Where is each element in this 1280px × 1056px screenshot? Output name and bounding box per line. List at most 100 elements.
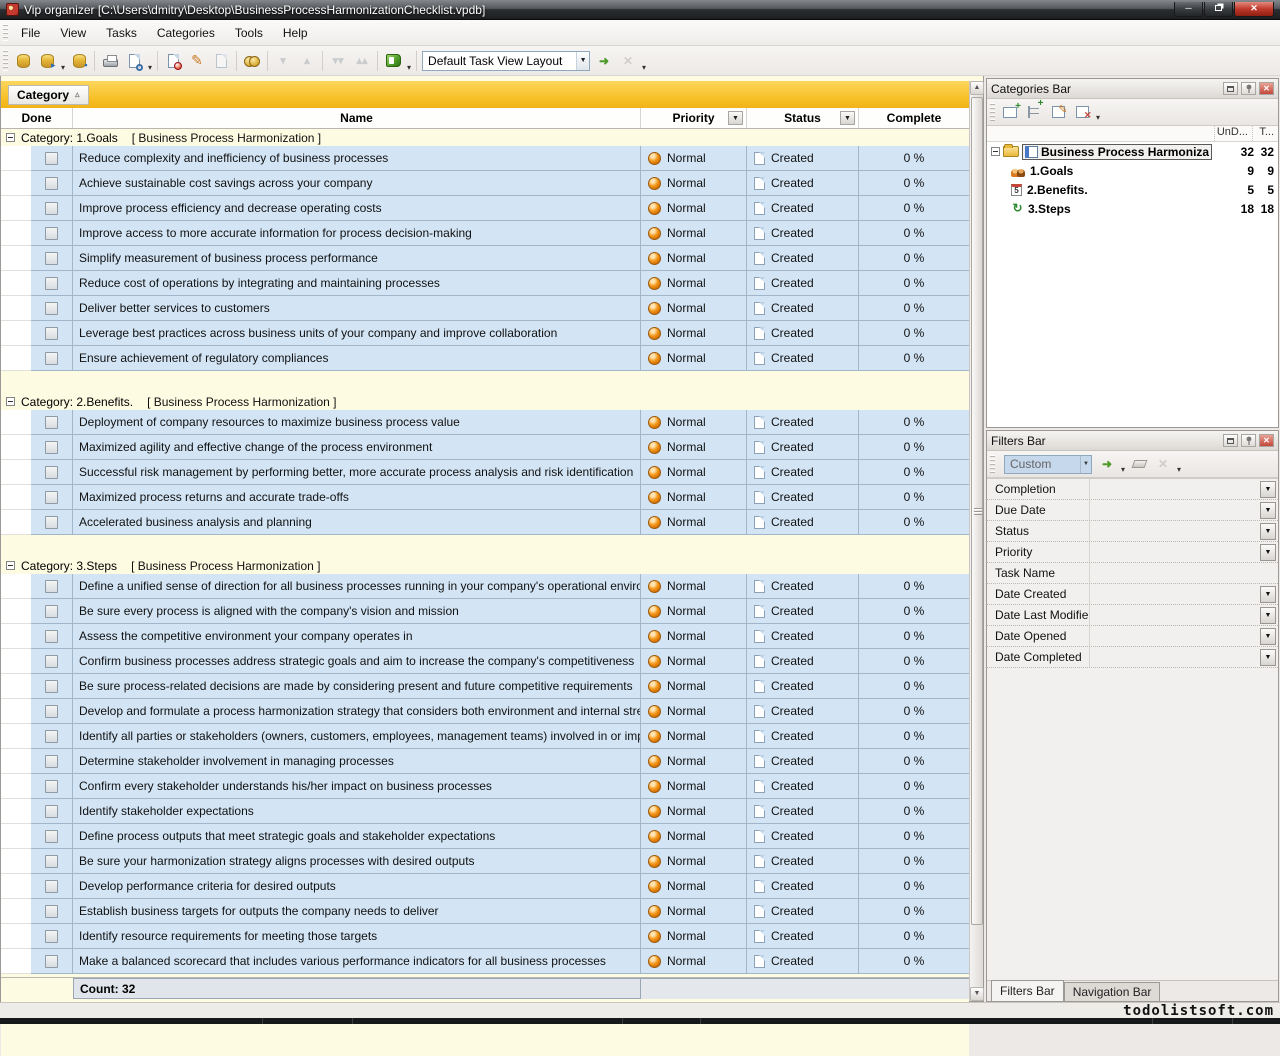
column-header-priority[interactable]: Priority▼ — [641, 108, 747, 128]
task-row[interactable]: Be sure process-related decisions are ma… — [1, 674, 969, 699]
menu-view[interactable]: View — [50, 22, 96, 44]
task-row[interactable]: Determine stakeholder involvement in man… — [1, 749, 969, 774]
task-row[interactable]: Ensure achievement of regulatory complia… — [1, 346, 969, 371]
done-checkbox[interactable] — [45, 516, 58, 529]
task-row[interactable]: Identify stakeholder expectations Normal… — [1, 799, 969, 824]
done-checkbox[interactable] — [45, 466, 58, 479]
task-name[interactable]: Develop performance criteria for desired… — [73, 874, 641, 899]
done-checkbox[interactable] — [45, 252, 58, 265]
tree-root-business-process[interactable]: Business Process Harmoniza 32 32 — [987, 142, 1278, 161]
done-checkbox[interactable] — [45, 441, 58, 454]
done-checkbox[interactable] — [45, 705, 58, 718]
task-name[interactable]: Define process outputs that meet strateg… — [73, 824, 641, 849]
task-name[interactable]: Establish business targets for outputs t… — [73, 899, 641, 924]
menu-tasks[interactable]: Tasks — [96, 22, 147, 44]
task-row[interactable]: Develop and formulate a process harmoniz… — [1, 699, 969, 724]
group-header-row[interactable]: Category: 3.Steps [ Business Process Har… — [1, 557, 969, 574]
task-row[interactable]: Define a unified sense of direction for … — [1, 574, 969, 599]
done-checkbox[interactable] — [45, 202, 58, 215]
status-filter-button[interactable]: ▼ — [840, 111, 855, 125]
open-database-button[interactable]: ▸ — [35, 49, 59, 72]
filter-dropdown-button[interactable]: ▼ — [1260, 481, 1276, 498]
task-row[interactable]: Leverage best practices across business … — [1, 321, 969, 346]
menu-help[interactable]: Help — [273, 22, 318, 44]
done-checkbox[interactable] — [45, 302, 58, 315]
task-name[interactable]: Reduce complexity and inefficiency of bu… — [73, 146, 641, 171]
categories-pin-button[interactable] — [1241, 82, 1256, 95]
layout-toolbar-overflow[interactable]: ▾ — [642, 63, 646, 75]
task-name[interactable]: Identify resource requirements for meeti… — [73, 924, 641, 949]
done-checkbox[interactable] — [45, 152, 58, 165]
done-checkbox[interactable] — [45, 755, 58, 768]
close-button[interactable]: ✕ — [1234, 2, 1274, 17]
apply-filter-dropdown[interactable]: ▾ — [1121, 465, 1125, 477]
undone-column-header[interactable]: UnD... — [1214, 126, 1252, 141]
filter-value-field[interactable] — [1090, 542, 1260, 562]
done-checkbox[interactable] — [45, 855, 58, 868]
restore-button[interactable] — [1204, 2, 1233, 17]
filter-preset-combobox[interactable]: Custom ▼ — [1004, 455, 1092, 474]
task-row[interactable]: Accelerated business analysis and planni… — [1, 510, 969, 535]
task-row[interactable]: Improve access to more accurate informat… — [1, 221, 969, 246]
filters-restore-button[interactable] — [1223, 434, 1238, 447]
task-row[interactable]: Maximized agility and effective change o… — [1, 435, 969, 460]
done-checkbox[interactable] — [45, 630, 58, 643]
filter-dropdown-button[interactable]: ▼ — [1260, 502, 1276, 519]
move-up-button[interactable]: ▴ — [295, 49, 319, 72]
filter-value-field[interactable] — [1090, 584, 1260, 604]
task-name[interactable]: Determine stakeholder involvement in man… — [73, 749, 641, 774]
collapse-icon[interactable] — [991, 147, 1000, 156]
done-checkbox[interactable] — [45, 327, 58, 340]
new-category-button[interactable] — [998, 101, 1022, 124]
menu-tools[interactable]: Tools — [225, 22, 273, 44]
view-layout-dropdown[interactable]: ▾ — [407, 63, 411, 75]
task-name[interactable]: Identify all parties or stakeholders (ow… — [73, 724, 641, 749]
task-name[interactable]: Confirm business processes address strat… — [73, 649, 641, 674]
filter-dropdown-button[interactable]: ▼ — [1260, 607, 1276, 624]
column-header-complete[interactable]: Complete — [859, 108, 969, 128]
total-column-header[interactable]: T... — [1252, 126, 1278, 141]
tab-filters-bar[interactable]: Filters Bar — [991, 980, 1064, 1001]
task-name[interactable]: Define a unified sense of direction for … — [73, 574, 641, 599]
task-row[interactable]: Confirm every stakeholder understands hi… — [1, 774, 969, 799]
task-row[interactable]: Successful risk management by performing… — [1, 460, 969, 485]
task-name[interactable]: Simplify measurement of business process… — [73, 246, 641, 271]
task-row[interactable]: Achieve sustainable cost savings across … — [1, 171, 969, 196]
done-checkbox[interactable] — [45, 905, 58, 918]
task-row[interactable]: Establish business targets for outputs t… — [1, 899, 969, 924]
task-name[interactable]: Ensure achievement of regulatory complia… — [73, 346, 641, 371]
tree-category-item[interactable]: ↻ 3.Steps 18 18 — [987, 199, 1278, 218]
filter-dropdown-button[interactable]: ▼ — [1260, 544, 1276, 561]
done-checkbox[interactable] — [45, 780, 58, 793]
done-checkbox[interactable] — [45, 680, 58, 693]
view-layout-button[interactable] — [381, 49, 405, 72]
filter-dropdown-button[interactable]: ▼ — [1260, 523, 1276, 540]
print-preview-button[interactable] — [122, 49, 146, 72]
task-name[interactable]: Accelerated business analysis and planni… — [73, 510, 641, 535]
done-checkbox[interactable] — [45, 227, 58, 240]
minimize-button[interactable]: ─ — [1174, 2, 1203, 17]
filter-dropdown-button[interactable]: ▼ — [1260, 649, 1276, 666]
new-database-button[interactable] — [11, 49, 35, 72]
task-name[interactable]: Reduce cost of operations by integrating… — [73, 271, 641, 296]
group-header-row[interactable]: Category: 1.Goals [ Business Process Har… — [1, 129, 969, 146]
filter-dropdown-button[interactable]: ▼ — [1260, 628, 1276, 645]
task-name[interactable]: Deployment of company resources to maxim… — [73, 410, 641, 435]
done-checkbox[interactable] — [45, 655, 58, 668]
save-database-button[interactable]: ▪ — [67, 49, 91, 72]
task-row[interactable]: Make a balanced scorecard that includes … — [1, 949, 969, 974]
group-by-category-chip[interactable]: Category ▵ — [8, 85, 89, 105]
done-checkbox[interactable] — [45, 605, 58, 618]
collapse-group-icon[interactable] — [6, 133, 15, 142]
task-name[interactable]: Successful risk management by performing… — [73, 460, 641, 485]
delete-filter-button[interactable]: ✕ — [1151, 453, 1175, 476]
done-checkbox[interactable] — [45, 880, 58, 893]
task-name[interactable]: Assess the competitive environment your … — [73, 624, 641, 649]
task-name[interactable]: Improve access to more accurate informat… — [73, 221, 641, 246]
column-header-name[interactable]: Name — [73, 108, 641, 128]
done-checkbox[interactable] — [45, 955, 58, 968]
edit-task-button[interactable]: ✎ — [185, 49, 209, 72]
task-row[interactable]: Identify resource requirements for meeti… — [1, 924, 969, 949]
tab-navigation-bar[interactable]: Navigation Bar — [1064, 982, 1161, 1001]
menu-categories[interactable]: Categories — [147, 22, 225, 44]
